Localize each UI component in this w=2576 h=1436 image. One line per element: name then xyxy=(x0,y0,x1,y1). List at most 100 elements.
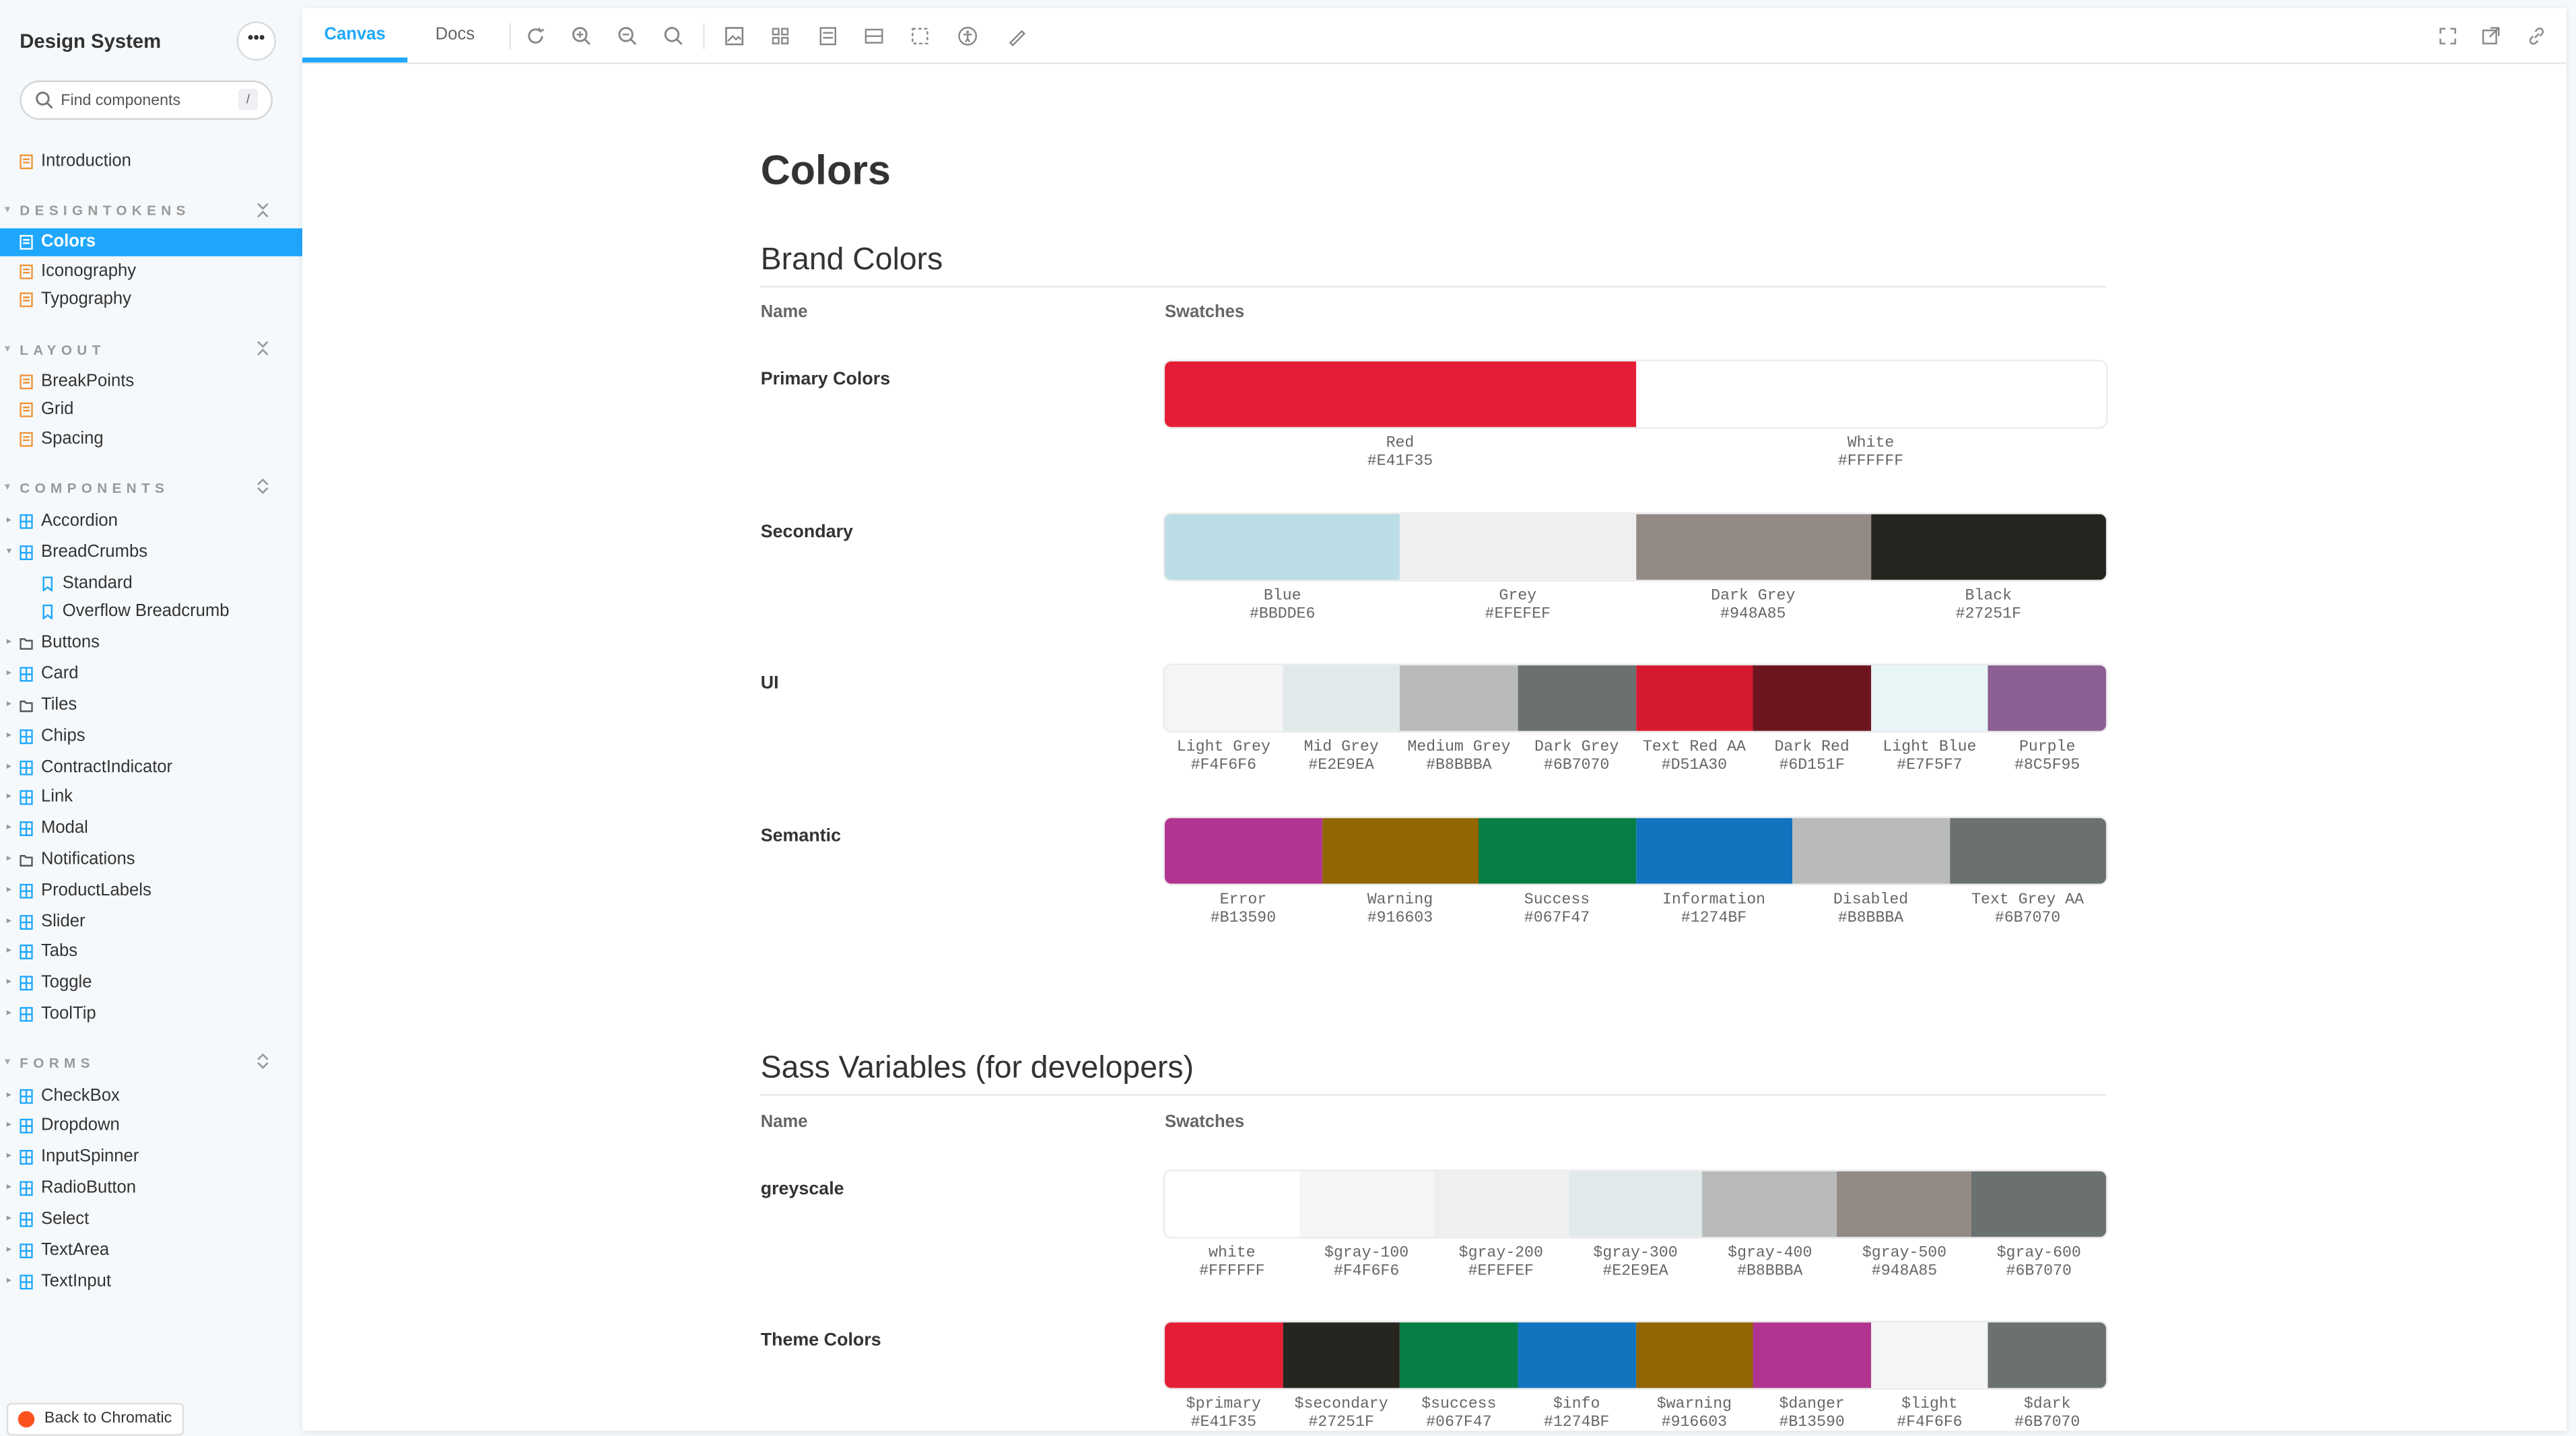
swatch-labels-primary: Red #E41F35 White #FFFFFF xyxy=(1165,434,2106,470)
sidebar-item-introduction[interactable]: Introduction xyxy=(0,148,302,176)
swatch-hex: #916603 xyxy=(1661,1412,1728,1431)
sidebar-item-link[interactable]: ▸ Link xyxy=(0,784,302,811)
sidebar-item-card[interactable]: ▸ Card xyxy=(0,660,302,688)
measure-icon[interactable] xyxy=(1004,23,1030,49)
sidebar-item-checkbox[interactable]: ▸ CheckBox xyxy=(0,1083,302,1110)
component-icon xyxy=(20,729,33,745)
sidebar-item-productlabels[interactable]: ▸ ProductLabels xyxy=(0,877,302,905)
sidebar-item-toggle[interactable]: ▸ Toggle xyxy=(0,969,302,997)
swatch-label: Grey #EFEFEF xyxy=(1400,586,1635,623)
sidebar-item-tooltip[interactable]: ▸ ToolTip xyxy=(0,1000,302,1028)
accessibility-icon[interactable] xyxy=(955,23,981,49)
sidebar-item-standard[interactable]: Standard xyxy=(0,570,302,598)
sidebar: Design System ••• / Introduction ▾ DESIG… xyxy=(0,0,302,1436)
swatch-labels-theme: $primary #E41F35 $secondary #27251F $success… xyxy=(1165,1395,2106,1431)
section-layout[interactable]: ▾ LAYOUT xyxy=(5,342,105,358)
sidebar-item-iconography[interactable]: Iconography xyxy=(0,258,302,285)
sidebar-item-label: TextInput xyxy=(41,1271,112,1291)
sidebar-item-tabs[interactable]: ▸ Tabs xyxy=(0,938,302,965)
sidebar-item-chips[interactable]: ▸ Chips xyxy=(0,723,302,751)
swatch-name: $gray-600 xyxy=(1996,1243,2081,1262)
document-icon xyxy=(20,432,33,447)
sidebar-item-label: Overflow Breadcrumb xyxy=(62,601,230,621)
sidebar-item-accordion[interactable]: ▸ Accordion xyxy=(0,508,302,535)
grid-icon[interactable] xyxy=(767,23,793,49)
swatch-label: white #FFFFFF xyxy=(1165,1243,1299,1280)
sidebar-item-colors[interactable]: Colors xyxy=(0,228,302,257)
sidebar-menu-button[interactable]: ••• xyxy=(238,23,275,59)
section-designtokens[interactable]: ▾ DESIGNTOKENS xyxy=(5,202,190,218)
search-box[interactable]: / xyxy=(21,82,271,118)
back-to-chromatic-button[interactable]: Back to Chromatic xyxy=(6,1402,184,1436)
sidebar-item-overflow-breadcrumb[interactable]: Overflow Breadcrumb xyxy=(0,598,302,625)
sidebar-item-breakpoints[interactable]: BreakPoints xyxy=(0,368,302,396)
sidebar-item-slider[interactable]: ▸ Slider xyxy=(0,908,302,936)
color-swatch-dark xyxy=(1988,1322,2107,1388)
sidebar-item-tiles[interactable]: ▸ Tiles xyxy=(0,691,302,719)
swatch-name: Mid Grey xyxy=(1303,737,1379,756)
sidebar-item-spacing[interactable]: Spacing xyxy=(0,425,302,453)
color-swatch-gray-200 xyxy=(1433,1171,1569,1237)
color-swatch-error xyxy=(1164,818,1322,884)
chevron-down-icon: ▾ xyxy=(5,483,10,493)
sidebar-item-radiobutton[interactable]: ▸ RadioButton xyxy=(0,1175,302,1202)
sidebar-item-contractindicator[interactable]: ▸ ContractIndicator xyxy=(0,754,302,782)
component-icon xyxy=(20,514,33,529)
search-input[interactable] xyxy=(61,87,232,114)
sidebar-item-modal[interactable]: ▸ Modal xyxy=(0,815,302,842)
collapse-all-icon[interactable] xyxy=(255,202,271,218)
color-swatch-text-grey-aa xyxy=(1949,818,2107,884)
component-icon xyxy=(20,545,33,561)
component-icon xyxy=(20,945,33,959)
layout-icon[interactable] xyxy=(861,23,887,49)
swatch-name: $warning xyxy=(1656,1394,1732,1413)
zoom-reset-icon[interactable] xyxy=(660,23,687,49)
sidebar-item-textinput[interactable]: ▸ TextInput xyxy=(0,1268,302,1296)
sidebar-item-label: Tabs xyxy=(41,941,78,961)
color-swatch-gray-100 xyxy=(1299,1171,1434,1237)
sidebar-item-grid[interactable]: Grid xyxy=(0,396,302,423)
swatch-hex: #E2E9EA xyxy=(1602,1261,1668,1280)
expand-all-icon[interactable] xyxy=(255,478,271,494)
viewport-icon[interactable] xyxy=(815,23,841,49)
swatch-label: $gray-200 #EFEFEF xyxy=(1433,1243,1568,1280)
outline-icon[interactable] xyxy=(907,23,933,49)
zoom-out-icon[interactable] xyxy=(615,23,641,49)
color-swatch-gray-400 xyxy=(1702,1171,1837,1237)
color-swatch-disabled xyxy=(1792,818,1950,884)
swatch-strip-ui xyxy=(1164,665,2107,731)
sidebar-item-select[interactable]: ▸ Select xyxy=(0,1206,302,1233)
sidebar-item-inputspinner[interactable]: ▸ InputSpinner xyxy=(0,1143,302,1171)
background-icon[interactable] xyxy=(721,23,747,49)
section-components[interactable]: ▾ COMPONENTS xyxy=(5,479,169,495)
sidebar-item-breadcrumbs[interactable]: ▾ BreadCrumbs xyxy=(0,539,302,566)
sidebar-item-typography[interactable]: Typography xyxy=(0,286,302,314)
sidebar-item-notifications[interactable]: ▸ Notifications xyxy=(0,846,302,874)
copy-link-icon[interactable] xyxy=(2523,23,2550,49)
section-forms[interactable]: ▾ FORMS xyxy=(5,1054,95,1070)
fullscreen-icon[interactable] xyxy=(2435,23,2461,49)
component-icon xyxy=(20,1118,33,1134)
swatch-name: $dark xyxy=(2023,1394,2071,1413)
chevron-right-icon: ▸ xyxy=(6,1008,12,1019)
swatch-name: $gray-200 xyxy=(1458,1243,1543,1262)
collapse-all-icon[interactable] xyxy=(255,340,271,356)
sidebar-item-textarea[interactable]: ▸ TextArea xyxy=(0,1237,302,1264)
tab-docs[interactable]: Docs xyxy=(407,8,503,63)
tab-canvas[interactable]: Canvas xyxy=(302,8,408,63)
swatch-label: Red #E41F35 xyxy=(1165,434,1635,470)
swatch-hex: #27251F xyxy=(1308,1412,1374,1431)
swatch-label: $info #1274BF xyxy=(1518,1395,1635,1431)
color-swatch-purple xyxy=(1988,665,2107,731)
component-icon xyxy=(20,790,33,805)
zoom-in-icon[interactable] xyxy=(568,23,595,49)
document-icon xyxy=(20,234,33,250)
sidebar-item-buttons[interactable]: ▸ Buttons xyxy=(0,629,302,657)
sidebar-item-dropdown[interactable]: ▸ Dropdown xyxy=(0,1112,302,1140)
color-swatch-success xyxy=(1400,1322,1518,1388)
reload-icon[interactable] xyxy=(522,23,549,49)
chevron-right-icon: ▸ xyxy=(6,1120,12,1130)
expand-all-icon[interactable] xyxy=(255,1053,271,1069)
open-new-tab-icon[interactable] xyxy=(2478,23,2504,49)
chevron-right-icon: ▸ xyxy=(6,823,12,833)
